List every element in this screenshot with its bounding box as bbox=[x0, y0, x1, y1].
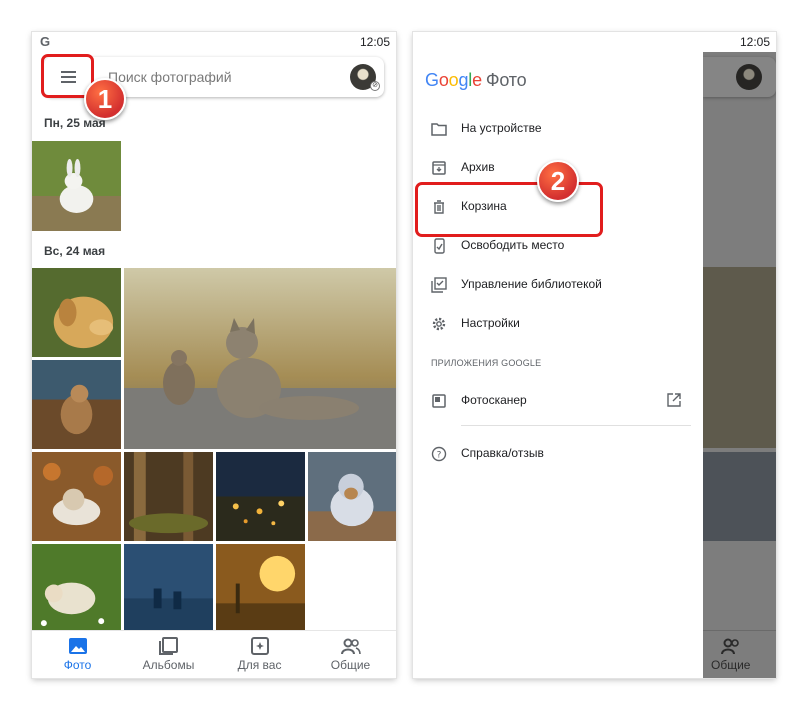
navigation-drawer: Google Фото На устройстве Архив Корзина О… bbox=[413, 32, 703, 678]
status-time: 12:05 bbox=[739, 35, 770, 49]
photos-main-screen: G 12:05 Поиск фотографий ⊘ Пн, 25 мая Вс… bbox=[32, 32, 396, 678]
step-badge-2: 2 bbox=[537, 160, 579, 202]
date-header: Вс, 24 мая bbox=[44, 244, 106, 258]
google-wordmark: Google bbox=[425, 70, 482, 90]
nav-shared[interactable]: Общие bbox=[305, 631, 396, 678]
status-bar: G 12:05 bbox=[32, 32, 396, 52]
gear-icon bbox=[432, 317, 446, 331]
external-link-icon[interactable] bbox=[666, 392, 682, 408]
nav-shared-label: Общие bbox=[711, 658, 751, 672]
step-badge-1: 1 bbox=[84, 78, 126, 120]
menu-item-label: Архив bbox=[461, 160, 495, 174]
photoscan-icon bbox=[432, 394, 446, 408]
avatar bbox=[736, 64, 762, 90]
photo-thumbnail[interactable] bbox=[32, 141, 121, 231]
google-status-icon: G bbox=[40, 34, 51, 49]
for-you-icon bbox=[250, 637, 269, 655]
menu-item-on-device[interactable]: На устройстве bbox=[413, 110, 703, 148]
dimmed-search-bar bbox=[703, 57, 776, 97]
menu-item-label: Справка/отзыв bbox=[461, 446, 544, 460]
menu-item-photoscan[interactable]: Фотосканер bbox=[413, 382, 703, 420]
photo-thumbnail[interactable] bbox=[308, 452, 396, 541]
free-space-icon bbox=[434, 238, 445, 254]
menu-item-label: Управление библиотекой bbox=[461, 277, 602, 291]
status-time: 12:05 bbox=[359, 35, 390, 49]
photo-thumbnail[interactable] bbox=[32, 452, 121, 541]
photo-thumbnail[interactable] bbox=[32, 360, 121, 449]
nav-shared-label: Общие bbox=[330, 658, 371, 672]
menu-item-library[interactable]: Управление библиотекой bbox=[413, 266, 703, 304]
photo-thumbnail[interactable] bbox=[216, 544, 305, 633]
photo-thumbnail[interactable] bbox=[216, 452, 305, 541]
menu-item-label: Фотосканер bbox=[461, 393, 527, 407]
photo-thumbnail[interactable] bbox=[32, 544, 121, 633]
svg-text:?: ? bbox=[437, 451, 442, 461]
divider bbox=[461, 425, 691, 426]
photo-thumbnail[interactable] bbox=[124, 452, 213, 541]
menu-item-label: Настройки bbox=[461, 316, 520, 330]
menu-item-label: На устройстве bbox=[461, 121, 542, 135]
menu-item-label: Освободить место bbox=[461, 238, 565, 252]
albums-icon bbox=[158, 637, 178, 655]
dimmed-photo bbox=[703, 267, 776, 448]
drawer-scrim[interactable]: Общие bbox=[703, 52, 776, 678]
product-name: Фото bbox=[485, 70, 527, 90]
photos-drawer-screen: G 12:05 Общие GoogleФото На устройстве А… bbox=[413, 32, 776, 678]
nav-albums-label: Альбомы bbox=[142, 658, 195, 672]
shared-icon bbox=[340, 638, 361, 655]
help-icon: ? bbox=[431, 446, 447, 462]
photo-icon bbox=[68, 638, 87, 654]
photo-thumbnail[interactable] bbox=[124, 268, 396, 449]
photo-thumbnail[interactable] bbox=[32, 268, 121, 357]
nav-albums[interactable]: Альбомы bbox=[123, 631, 214, 678]
nav-photos-label: Фото bbox=[63, 658, 92, 672]
folder-icon bbox=[431, 123, 447, 136]
section-title: ПРИЛОЖЕНИЯ GOOGLE bbox=[431, 358, 542, 368]
search-input[interactable]: Поиск фотографий bbox=[108, 69, 232, 85]
backup-off-icon: ⊘ bbox=[370, 81, 380, 91]
shared-icon bbox=[721, 638, 739, 655]
nav-for-you-label: Для вас bbox=[237, 658, 282, 672]
bottom-navigation: Фото Альбомы Для вас Общие bbox=[32, 630, 396, 678]
menu-item-settings[interactable]: Настройки bbox=[413, 305, 703, 343]
dimmed-photo bbox=[703, 452, 776, 541]
nav-for-you[interactable]: Для вас bbox=[214, 631, 305, 678]
library-icon bbox=[431, 277, 447, 293]
dimmed-bottom-nav: Общие bbox=[703, 630, 776, 678]
menu-item-help[interactable]: ? Справка/отзыв bbox=[413, 435, 703, 473]
google-photos-logo: Google Фото bbox=[425, 70, 527, 91]
nav-photos[interactable]: Фото bbox=[32, 631, 123, 678]
photo-thumbnail[interactable] bbox=[124, 544, 213, 633]
archive-icon bbox=[432, 161, 446, 175]
